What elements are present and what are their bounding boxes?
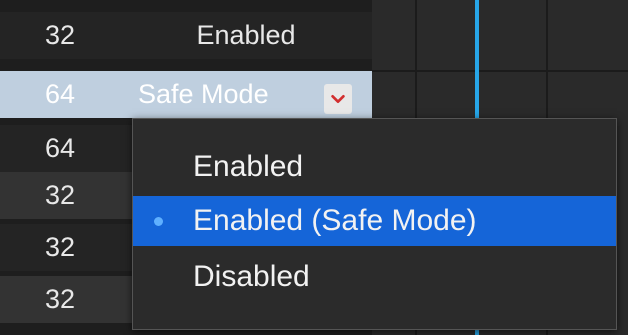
bits-cell: 32 — [44, 284, 76, 314]
bits-cell: 32 — [44, 180, 76, 210]
bits-cell: 64 — [44, 133, 76, 163]
mode-select-value: Safe Mode — [138, 79, 269, 109]
table-row-selected[interactable]: 64 Safe Mode — [0, 71, 372, 118]
menu-item-label: Disabled — [193, 260, 310, 293]
grid-divider — [372, 70, 628, 72]
bits-cell: 32 — [44, 232, 76, 262]
menu-item-label: Enabled (Safe Mode) — [193, 204, 477, 237]
menu-item-label: Enabled — [193, 150, 304, 183]
selected-bullet-icon — [154, 217, 163, 226]
chevron-down-icon[interactable] — [324, 84, 352, 114]
menu-item-enabled[interactable]: Enabled — [133, 142, 616, 192]
menu-item-disabled[interactable]: Disabled — [133, 252, 616, 302]
bits-cell: 64 — [44, 79, 76, 109]
menu-item-enabled-safe-mode[interactable]: Enabled (Safe Mode) — [133, 196, 616, 246]
mode-dropdown-menu: Enabled Enabled (Safe Mode) Disabled — [132, 118, 617, 330]
table-row[interactable]: 32 Enabled — [0, 12, 372, 59]
bits-cell: 32 — [44, 20, 76, 50]
mode-cell: Enabled — [196, 20, 296, 50]
